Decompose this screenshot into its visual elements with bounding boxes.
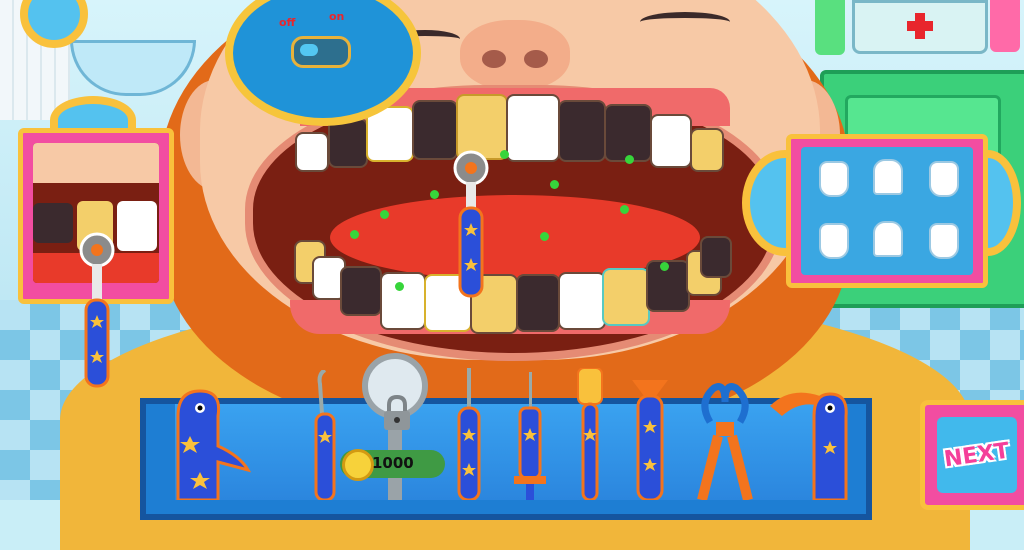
next-button-label: NEXT bbox=[942, 438, 1012, 472]
replacement-tooth-5[interactable] bbox=[873, 221, 903, 257]
pink-cup bbox=[990, 0, 1020, 52]
tooth-lower-4[interactable] bbox=[380, 272, 426, 330]
germ bbox=[625, 155, 634, 164]
active-drill-tool[interactable] bbox=[446, 148, 496, 298]
tooth-upper-6[interactable] bbox=[506, 94, 560, 162]
replacement-tooth-3[interactable] bbox=[929, 161, 959, 197]
replacement-teeth-panel bbox=[786, 134, 988, 288]
germ bbox=[395, 282, 404, 291]
germ bbox=[430, 190, 439, 199]
closed-eye-right bbox=[640, 12, 730, 32]
hook-bird-tool[interactable] bbox=[770, 386, 860, 500]
lock-icon bbox=[384, 395, 410, 430]
tooth-lower-9-yellow[interactable] bbox=[602, 268, 650, 326]
next-button[interactable]: NEXT bbox=[920, 400, 1024, 510]
first-aid-icon bbox=[907, 13, 933, 39]
tooth-upper-1[interactable] bbox=[295, 132, 329, 172]
patient-nose bbox=[460, 20, 570, 90]
green-cup bbox=[815, 0, 845, 55]
germ bbox=[620, 205, 629, 214]
tooth-lower-7-decayed[interactable] bbox=[516, 274, 560, 332]
tooth-upper-9[interactable] bbox=[650, 114, 692, 168]
toothbrush-tool[interactable] bbox=[570, 368, 610, 500]
replacement-tooth-1[interactable] bbox=[819, 161, 849, 197]
pliers-tool[interactable] bbox=[694, 382, 756, 500]
lamp-on-label: on bbox=[329, 10, 345, 23]
drill-tool[interactable] bbox=[626, 380, 674, 500]
lamp-toggle-switch[interactable] bbox=[291, 36, 351, 68]
tongue bbox=[330, 195, 700, 280]
first-aid-kit bbox=[852, 0, 988, 54]
coin-price: 1000 bbox=[372, 454, 414, 472]
bird-drill-tool[interactable] bbox=[160, 386, 252, 500]
germ bbox=[350, 230, 359, 239]
germ bbox=[540, 232, 549, 241]
zoom-drill-tool bbox=[79, 232, 115, 388]
germ bbox=[500, 150, 509, 159]
probe-tool[interactable] bbox=[310, 370, 340, 500]
coin-icon bbox=[342, 449, 374, 481]
replacement-tooth-4[interactable] bbox=[819, 223, 849, 259]
tooth-lower-3-decayed[interactable] bbox=[340, 266, 382, 316]
tooth-upper-7-decayed[interactable] bbox=[558, 100, 606, 162]
tooth-lower-8[interactable] bbox=[558, 272, 606, 330]
germ bbox=[380, 210, 389, 219]
syringe-tool[interactable] bbox=[510, 372, 550, 500]
germ bbox=[550, 180, 559, 189]
tooth-upper-10-yellow[interactable] bbox=[690, 128, 724, 172]
lamp-off-label: off bbox=[279, 16, 296, 29]
replacement-tooth-2[interactable] bbox=[873, 159, 903, 195]
germ bbox=[660, 262, 669, 271]
replacement-tooth-6[interactable] bbox=[929, 223, 959, 259]
pick-tool[interactable] bbox=[452, 368, 486, 500]
tooth-upper-8-decayed[interactable] bbox=[604, 104, 652, 162]
tooth-lower-12-decayed[interactable] bbox=[700, 236, 732, 278]
